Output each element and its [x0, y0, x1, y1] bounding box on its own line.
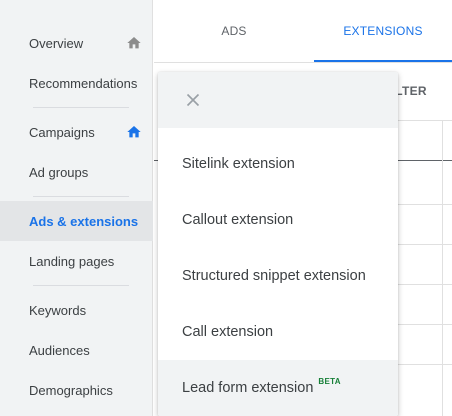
tab-ads[interactable]: ADS — [154, 0, 314, 62]
sidebar-item-ads-extensions[interactable]: Ads & extensions — [0, 201, 153, 241]
sidebar-item-landing-pages[interactable]: Landing pages — [0, 241, 153, 281]
beta-badge: BETA — [318, 376, 341, 386]
sidebar-item-label: Demographics — [29, 382, 113, 398]
sidebar-divider — [33, 107, 129, 108]
home-icon — [127, 126, 141, 138]
sidebar-item-label: Overview — [29, 35, 84, 51]
menu-item-callout-extension[interactable]: Callout extension — [158, 192, 398, 248]
sidebar-item-audiences[interactable]: Audiences — [0, 330, 153, 370]
sidebar-item-campaigns[interactable]: Campaigns — [0, 112, 153, 152]
table-row-border — [398, 324, 452, 325]
table-row-border — [398, 364, 452, 365]
sidebar-item-label: Campaigns — [29, 124, 95, 140]
sidebar-item-label: Recommendations — [29, 75, 138, 91]
menu-item-call-extension[interactable]: Call extension — [158, 304, 398, 360]
menu-item-sitelink-extension[interactable]: Sitelink extension — [158, 136, 398, 192]
table-border — [398, 120, 452, 121]
menu-item-label: Structured snippet extension — [182, 268, 366, 284]
close-icon[interactable] — [182, 89, 204, 111]
tab-extensions[interactable]: EXTENSIONS — [314, 0, 452, 62]
table-column-border — [442, 120, 443, 416]
tab-label: ADS — [221, 24, 247, 38]
home-icon — [127, 37, 141, 49]
tab-label: EXTENSIONS — [343, 24, 423, 38]
sidebar-item-recommendations[interactable]: Recommendations — [0, 63, 153, 103]
menu-item-lead-form-extension[interactable]: Lead form extension BETA — [158, 360, 398, 416]
sidebar-item-label: Audiences — [29, 342, 90, 358]
menu-item-label: Lead form extension — [182, 380, 314, 396]
sidebar-divider — [33, 285, 129, 286]
table-row-border — [398, 284, 452, 285]
sidebar: Overview Recommendations Campaigns Ad gr… — [0, 0, 153, 416]
sidebar-divider — [33, 196, 129, 197]
sidebar-item-label: Landing pages — [29, 253, 115, 269]
menu-header — [158, 72, 398, 128]
menu-item-label: Callout extension — [182, 212, 294, 228]
sidebar-item-label: Keywords — [29, 302, 87, 318]
tabs-divider — [154, 62, 452, 63]
table-row-border — [398, 204, 452, 205]
menu-item-structured-snippet-extension[interactable]: Structured snippet extension — [158, 248, 398, 304]
sidebar-item-label: Ad groups — [29, 164, 89, 180]
sidebar-item-demographics[interactable]: Demographics — [0, 370, 153, 410]
sidebar-item-overview[interactable]: Overview — [0, 23, 153, 63]
sidebar-item-ad-groups[interactable]: Ad groups — [0, 152, 153, 192]
table-row-border — [398, 244, 452, 245]
extension-type-menu: Sitelink extension Callout extension Str… — [158, 72, 398, 416]
sidebar-item-label: Ads & extensions — [29, 213, 139, 229]
menu-item-label: Call extension — [182, 324, 274, 340]
sidebar-item-keywords[interactable]: Keywords — [0, 290, 153, 330]
menu-item-label: Sitelink extension — [182, 156, 295, 172]
